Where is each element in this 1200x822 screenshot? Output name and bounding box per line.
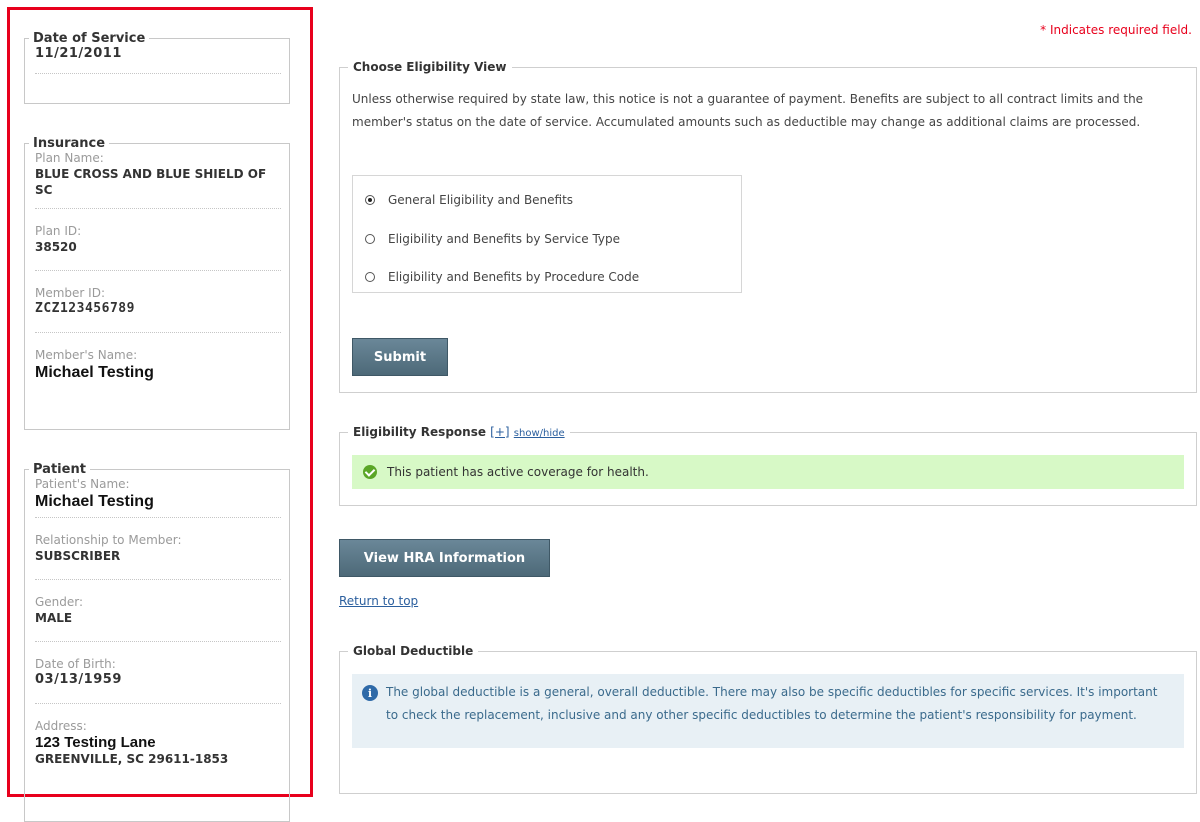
active-coverage-text: This patient has active coverage for hea… — [387, 465, 649, 479]
option-by-procedure-code[interactable]: Eligibility and Benefits by Procedure Co… — [365, 268, 639, 286]
plan-name-label: Plan Name: — [35, 151, 104, 165]
info-icon: i — [362, 685, 378, 701]
dob-field: Date of Birth: 03/13/1959 — [35, 642, 281, 704]
address-field: Address: 123 Testing Lane GREENVILLE, SC… — [35, 704, 289, 767]
relationship-value: SUBSCRIBER — [35, 549, 121, 563]
dob-value: 03/13/1959 — [35, 672, 122, 687]
global-deductible-info: i The global deductible is a general, ov… — [352, 674, 1184, 748]
active-coverage-message: This patient has active coverage for hea… — [352, 455, 1184, 489]
date-of-service-legend: Date of Service — [33, 31, 146, 46]
gender-field: Gender: MALE — [35, 580, 281, 642]
eligibility-response-panel: Eligibility Response [+] show/hide This … — [339, 425, 1197, 506]
relationship-field: Relationship to Member: SUBSCRIBER — [35, 518, 281, 580]
plan-name-field: Plan Name: BLUE CROSS AND BLUE SHIELD OF… — [35, 151, 281, 209]
option-general-eligibility[interactable]: General Eligibility and Benefits — [365, 191, 573, 209]
check-circle-icon — [363, 465, 377, 479]
plan-id-label: Plan ID: — [35, 224, 82, 238]
date-of-service-field: 11/21/2011 — [35, 46, 281, 74]
option-by-service-type[interactable]: Eligibility and Benefits by Service Type — [365, 230, 620, 248]
member-id-field: Member ID: ZCZ123456789 — [35, 271, 281, 333]
patient-box: Patient Patient's Name: Michael Testing … — [24, 462, 290, 822]
member-id-label: Member ID: — [35, 286, 105, 300]
date-of-service-box: Date of Service 11/21/2011 — [24, 31, 290, 104]
global-deductible-legend: Global Deductible — [353, 644, 474, 658]
member-id-value: ZCZ123456789 — [35, 301, 135, 316]
radio-button-checked[interactable] — [365, 195, 375, 205]
member-name-field: Member's Name: Michael Testing — [35, 333, 289, 393]
eligibility-response-title: Eligibility Response — [353, 425, 486, 439]
radio-button[interactable] — [365, 234, 375, 244]
address-line2: GREENVILLE, SC 29611-1853 — [35, 752, 229, 766]
patient-name-label: Patient's Name: — [35, 477, 130, 491]
date-of-service-value: 11/21/2011 — [35, 46, 122, 61]
eligibility-view-panel: Choose Eligibility View Unless otherwise… — [339, 60, 1197, 393]
eligibility-view-options: General Eligibility and Benefits Eligibi… — [352, 175, 742, 293]
option-label: Eligibility and Benefits by Procedure Co… — [388, 270, 640, 284]
return-to-top-link[interactable]: Return to top — [339, 594, 418, 608]
eligibility-view-legend: Choose Eligibility View — [353, 60, 507, 74]
address-line1: 123 Testing Lane — [35, 734, 156, 751]
relationship-label: Relationship to Member: — [35, 533, 182, 547]
option-label: Eligibility and Benefits by Service Type — [388, 232, 621, 246]
show-hide-toggle[interactable]: show/hide — [514, 428, 565, 439]
patient-name-field: Patient's Name: Michael Testing — [35, 477, 281, 518]
global-deductible-text: The global deductible is a general, over… — [386, 685, 1158, 722]
member-name-value: Michael Testing — [35, 364, 154, 381]
member-name-label: Member's Name: — [35, 348, 138, 362]
global-deductible-panel: Global Deductible i The global deductibl… — [339, 644, 1197, 794]
eligibility-notice: Unless otherwise required by state law, … — [352, 92, 1144, 129]
gender-value: MALE — [35, 611, 73, 625]
address-label: Address: — [35, 719, 87, 733]
plan-id-value: 38520 — [35, 240, 77, 254]
option-label: General Eligibility and Benefits — [388, 193, 574, 207]
patient-name-value: Michael Testing — [35, 493, 154, 510]
eligibility-response-legend: Eligibility Response [+] show/hide — [348, 425, 570, 439]
insurance-box: Insurance Plan Name: BLUE CROSS AND BLUE… — [24, 136, 290, 430]
sidebar: Date of Service 11/21/2011 Insurance Pla… — [7, 7, 313, 822]
view-hra-information-button[interactable]: View HRA Information — [339, 539, 550, 577]
gender-label: Gender: — [35, 595, 84, 609]
plan-id-field: Plan ID: 38520 — [35, 209, 281, 271]
show-hide-plus-toggle[interactable]: [+] — [490, 425, 509, 439]
patient-legend: Patient — [33, 462, 86, 477]
submit-button[interactable]: Submit — [352, 338, 448, 376]
dob-label: Date of Birth: — [35, 657, 116, 671]
required-field-note: * Indicates required field. — [1040, 23, 1192, 37]
plan-name-value: BLUE CROSS AND BLUE SHIELD OF SC — [35, 167, 267, 197]
insurance-legend: Insurance — [33, 136, 106, 151]
radio-button[interactable] — [365, 272, 375, 282]
